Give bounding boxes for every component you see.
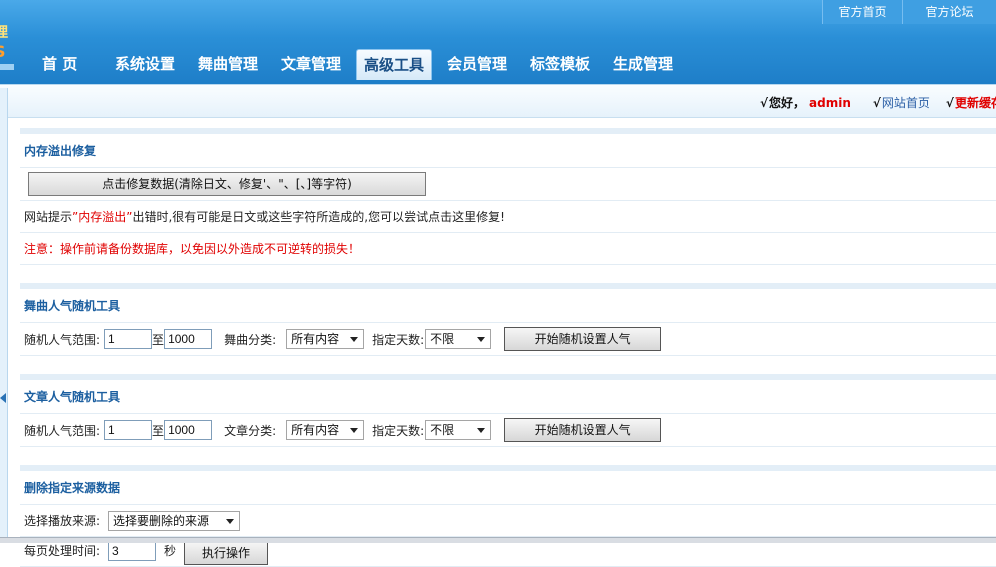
chevron-down-icon bbox=[350, 428, 359, 433]
range-label: 随机人气范围: bbox=[24, 423, 101, 438]
chevron-down-icon bbox=[477, 428, 486, 433]
nav-music-management[interactable]: 舞曲管理 bbox=[198, 49, 258, 79]
article-tool-title: 文章人气随机工具 bbox=[20, 380, 996, 414]
nav-advanced-tools[interactable]: 高级工具 bbox=[356, 49, 433, 80]
top-links: 官方首页 官方论坛 bbox=[822, 0, 996, 24]
to-label: 至 bbox=[152, 423, 165, 438]
main-content: 内存溢出修复 点击修复数据(清除日文、修复'、"、[、]等字符) 网站提示”内存… bbox=[20, 128, 996, 567]
greeting-text: 您好， bbox=[769, 96, 806, 110]
user-bar: √ 您好， admin √ 网站首页 √ 更新缓存 bbox=[760, 94, 996, 111]
execute-button[interactable]: 执行操作 bbox=[184, 541, 269, 565]
chevron-down-icon bbox=[226, 518, 235, 524]
source-select[interactable]: 选择要删除的来源 bbox=[108, 510, 241, 531]
days-label: 指定天数: bbox=[372, 332, 425, 347]
source-label: 选择播放来源: bbox=[24, 514, 101, 528]
refresh-cache-link[interactable]: 更新缓存 bbox=[955, 94, 996, 111]
music-days-select[interactable]: 不限 bbox=[425, 329, 492, 349]
music-range-from-input[interactable]: 1 bbox=[104, 329, 153, 349]
category-label: 文章分类: bbox=[224, 423, 277, 438]
time-unit: 秒 bbox=[164, 544, 177, 558]
nav-home[interactable]: 首 页 bbox=[42, 49, 77, 79]
days-label: 指定天数: bbox=[372, 423, 425, 438]
main-nav: 首 页 系统设置 舞曲管理 文章管理 高级工具 会员管理 标签模板 生成管理 bbox=[0, 49, 996, 84]
memory-fix-tip-row: 网站提示”内存溢出”出错时,很有可能是日文或这些字符所造成的,您可以尝试点击这里… bbox=[20, 201, 996, 233]
fix-data-button[interactable]: 点击修复数据(清除日文、修复'、"、[、]等字符) bbox=[28, 172, 426, 196]
memory-fix-tip: 网站提示”内存溢出”出错时,很有可能是日文或这些字符所造成的,您可以尝试点击这里… bbox=[24, 208, 505, 225]
category-label: 舞曲分类: bbox=[224, 332, 277, 347]
logo-char-1: 理 bbox=[0, 25, 8, 41]
site-home-link[interactable]: 网站首页 bbox=[882, 94, 930, 111]
chevron-down-icon bbox=[477, 337, 486, 342]
article-category-value: 所有内容 bbox=[291, 423, 340, 437]
time-input[interactable]: 3 bbox=[108, 541, 157, 561]
music-category-select[interactable]: 所有内容 bbox=[286, 329, 365, 349]
left-collapse-strip[interactable] bbox=[0, 88, 8, 543]
check-icon: √ bbox=[945, 95, 954, 110]
backup-warning: 注意：操作前请备份数据库，以免因以外造成不可逆转的损失！ bbox=[24, 242, 361, 256]
memory-fix-title: 内存溢出修复 bbox=[20, 134, 996, 168]
official-home-link[interactable]: 官方首页 bbox=[822, 0, 902, 24]
delete-source-row: 选择播放来源: 选择要删除的来源 bbox=[20, 505, 996, 537]
nav-article-management[interactable]: 文章管理 bbox=[281, 49, 341, 79]
memory-fix-button-row: 点击修复数据(清除日文、修复'、"、[、]等字符) bbox=[20, 168, 996, 201]
article-range-to-input[interactable]: 1000 bbox=[164, 420, 213, 440]
check-icon: √ bbox=[872, 95, 881, 110]
header-bar: 理 S 官方首页 官方论坛 首 页 系统设置 舞曲管理 文章管理 高级工具 会员… bbox=[0, 0, 996, 84]
article-random-button[interactable]: 开始随机设置人气 bbox=[504, 418, 662, 442]
check-icon: √ bbox=[760, 95, 769, 110]
music-category-value: 所有内容 bbox=[291, 332, 340, 346]
article-category-select[interactable]: 所有内容 bbox=[286, 420, 365, 440]
tip-highlight: ”内存溢出” bbox=[72, 210, 133, 224]
source-select-value: 选择要删除的来源 bbox=[113, 513, 210, 528]
article-days-select[interactable]: 不限 bbox=[425, 420, 492, 440]
taskbar bbox=[0, 537, 996, 543]
tip-prefix: 网站提示 bbox=[24, 210, 73, 224]
music-range-to-input[interactable]: 1000 bbox=[164, 329, 213, 349]
tip-suffix: 出错时,很有可能是日文或这些字符所造成的,您可以尝试点击这里修复! bbox=[132, 210, 505, 224]
article-days-value: 不限 bbox=[430, 423, 455, 437]
time-label: 每页处理时间: bbox=[24, 544, 101, 558]
music-tool-title: 舞曲人气随机工具 bbox=[20, 289, 996, 323]
music-random-button[interactable]: 开始随机设置人气 bbox=[504, 327, 662, 351]
to-label: 至 bbox=[152, 332, 165, 347]
memory-fix-warning-row: 注意：操作前请备份数据库，以免因以外造成不可逆转的损失！ bbox=[20, 233, 996, 265]
nav-member-management[interactable]: 会员管理 bbox=[447, 49, 507, 79]
range-label: 随机人气范围: bbox=[24, 332, 101, 347]
collapse-arrow-icon[interactable] bbox=[0, 393, 6, 403]
username: admin bbox=[809, 95, 851, 110]
official-forum-link[interactable]: 官方论坛 bbox=[902, 0, 996, 24]
chevron-down-icon bbox=[350, 337, 359, 342]
music-days-value: 不限 bbox=[430, 332, 455, 346]
nav-system-settings[interactable]: 系统设置 bbox=[115, 49, 175, 79]
delete-source-title: 删除指定来源数据 bbox=[20, 471, 996, 505]
music-tool-row: 随机人气范围: 1 至 1000 舞曲分类: 所有内容 指定天数: 不限 开始随… bbox=[20, 323, 996, 356]
article-range-from-input[interactable]: 1 bbox=[104, 420, 153, 440]
nav-generate-management[interactable]: 生成管理 bbox=[613, 49, 673, 79]
article-tool-row: 随机人气范围: 1 至 1000 文章分类: 所有内容 指定天数: 不限 开始随… bbox=[20, 414, 996, 447]
nav-tag-templates[interactable]: 标签模板 bbox=[530, 49, 590, 79]
